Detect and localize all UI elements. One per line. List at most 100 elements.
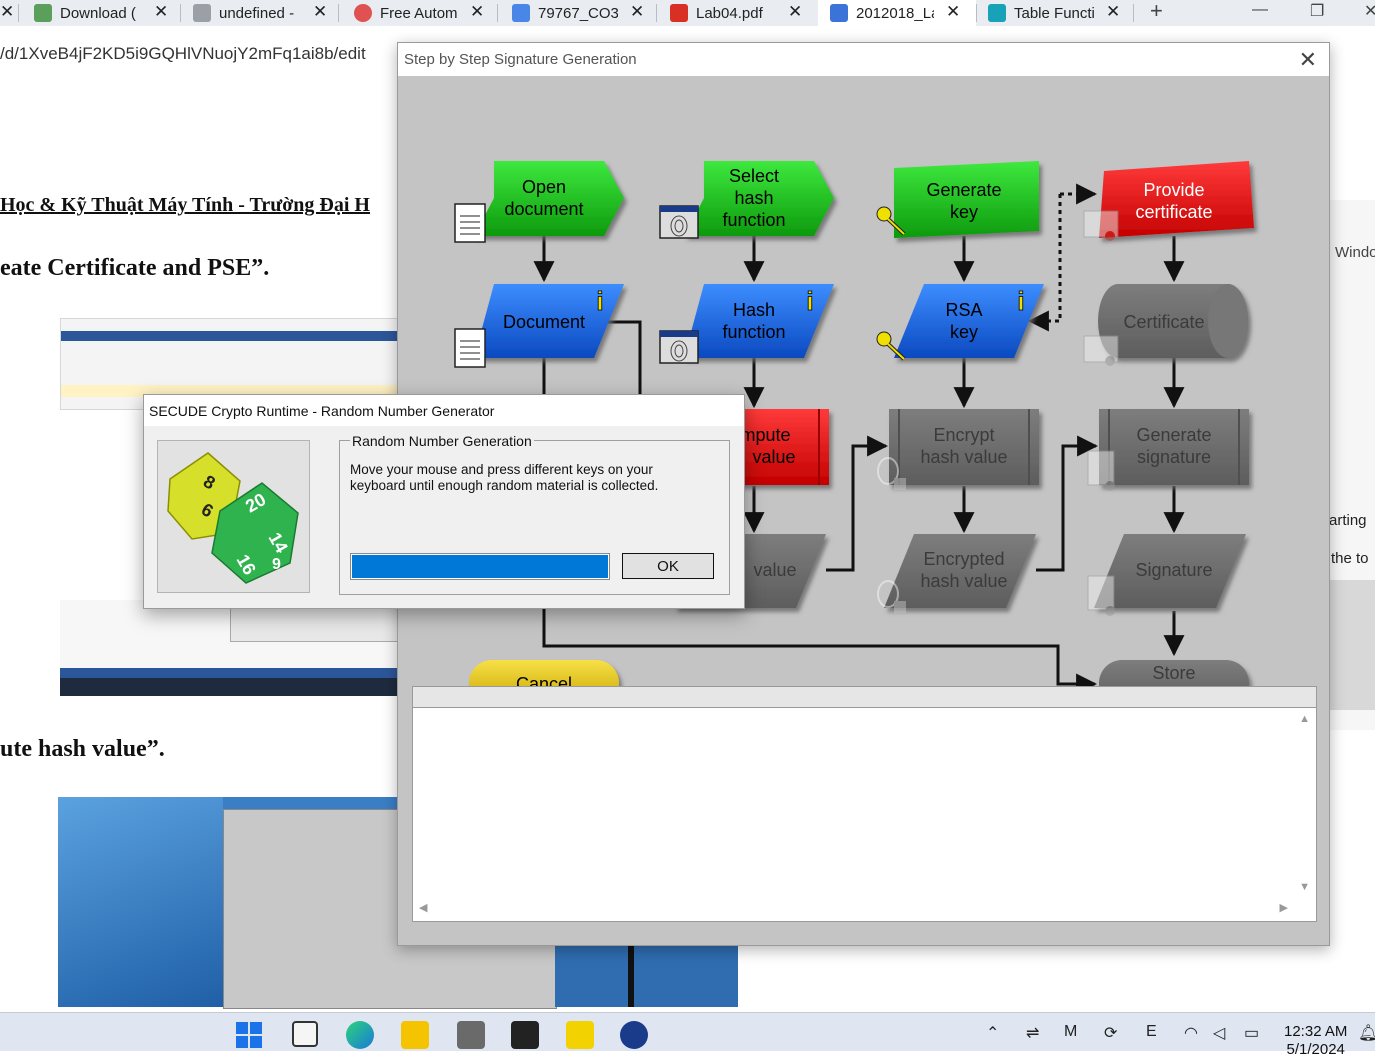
fingerprint-icon (659, 330, 699, 364)
tab-2012018[interactable]: 2012018_La ✕ (830, 0, 980, 26)
svg-text:Generate: Generate (926, 180, 1001, 200)
svg-text:Select: Select (729, 166, 779, 186)
scroll-left-icon[interactable]: ◀ (419, 901, 427, 914)
svg-text:hash value: hash value (920, 571, 1007, 591)
tab-separator (18, 4, 19, 22)
tab-separator (1133, 4, 1134, 22)
minimize-icon[interactable]: — (1252, 1, 1268, 19)
open-document-step[interactable]: Open document (474, 161, 624, 236)
download-icon (34, 4, 52, 22)
tab-label: Free Autom (380, 4, 458, 22)
svg-text:function: function (722, 210, 785, 230)
random-number-generator-dialog: SECUDE Crypto Runtime - Random Number Ge… (143, 394, 745, 609)
tab-undefined[interactable]: undefined - ✕ (193, 0, 343, 26)
scroll-up-icon[interactable]: ▲ (1299, 713, 1310, 725)
svg-text:Store: Store (1152, 663, 1195, 683)
file-explorer-icon[interactable] (401, 1021, 429, 1049)
terminal-icon[interactable] (511, 1021, 539, 1049)
tab-partial[interactable]: ✕ (0, 0, 14, 26)
wifi-icon[interactable]: ◠ (1184, 1023, 1198, 1043)
ime-icon[interactable]: E (1146, 1023, 1157, 1041)
info-icon: i (1017, 286, 1024, 316)
battery-icon[interactable]: ▭ (1244, 1023, 1259, 1043)
signature-data[interactable]: Signature (1094, 534, 1246, 608)
cryptool-icon[interactable] (620, 1021, 648, 1049)
close-icon[interactable]: ✕ (1106, 2, 1120, 22)
close-icon[interactable]: ✕ (0, 2, 14, 22)
encrypt-hash-step[interactable]: Encrypt hash value (889, 409, 1039, 485)
close-icon[interactable]: ✕ (313, 2, 327, 22)
progress-fill (352, 555, 608, 578)
tab-separator (180, 4, 181, 22)
signature-document-icon (1087, 575, 1115, 616)
close-icon[interactable]: ✕ (788, 2, 802, 22)
chrome-icon (354, 4, 372, 22)
task-view-icon[interactable] (292, 1021, 318, 1047)
notification-bell-icon[interactable]: 🔔︎ (1358, 1023, 1375, 1043)
tray-overflow-icon[interactable]: ⌃ (986, 1023, 999, 1043)
close-icon[interactable]: ✕ (470, 2, 484, 22)
address-bar[interactable]: /d/1XveB4jF2KD5i9GQHlVNuojY2mFq1ai8b/edi… (0, 44, 366, 64)
tab-table-functions[interactable]: Table Functi ✕ (988, 0, 1138, 26)
clock[interactable]: 12:32 AM 5/1/2024 (1284, 1023, 1347, 1059)
svg-text:Certificate: Certificate (1123, 312, 1204, 332)
close-icon[interactable]: ✕ (946, 2, 960, 22)
tab-79767[interactable]: 79767_CO3( ✕ (512, 0, 662, 26)
volume-icon[interactable]: ◁ (1213, 1023, 1225, 1043)
background-fragment: arting (1329, 512, 1367, 529)
tab-free-automation[interactable]: Free Autom ✕ (354, 0, 504, 26)
scroll-right-icon[interactable]: ▶ (1280, 901, 1288, 914)
log-output-pane[interactable]: ▲ ▼ ◀ ▶ (412, 686, 1317, 922)
svg-text:certificate: certificate (1135, 202, 1212, 222)
svg-text:Hash: Hash (733, 300, 775, 320)
info-icon: i (596, 286, 603, 316)
tab-label: 2012018_La (856, 4, 934, 22)
clock-date: 5/1/2024 (1286, 1041, 1345, 1058)
new-tab-icon[interactable]: + (1150, 0, 1163, 24)
close-icon[interactable]: ✕ (630, 2, 644, 22)
close-icon[interactable]: ✕ (1299, 47, 1317, 73)
tab-label: Download ( (60, 4, 136, 22)
scroll-down-icon[interactable]: ▼ (1299, 881, 1310, 893)
tab-download[interactable]: Download ( ✕ (34, 0, 184, 26)
svg-text:key: key (950, 322, 978, 342)
tab-strip: ✕ Download ( ✕ undefined - ✕ Free Autom … (0, 0, 1375, 26)
rsa-key-data[interactable]: RSA key i (894, 284, 1044, 358)
tab-lab04-pdf[interactable]: Lab04.pdf ✕ (670, 0, 820, 26)
tab-separator (497, 4, 498, 22)
instruction-text: Move your mouse and press different keys… (350, 462, 659, 493)
ok-button[interactable]: OK (622, 553, 714, 579)
sync-icon[interactable]: ⟳ (1104, 1023, 1117, 1043)
tray-app-icon[interactable]: M (1064, 1023, 1077, 1041)
svg-text:Open: Open (522, 177, 566, 197)
hash-function-data[interactable]: Hash function i (684, 284, 834, 358)
settings-sliders-icon[interactable]: ⇌ (1026, 1023, 1039, 1043)
windows-start-icon[interactable] (235, 1021, 263, 1049)
document-data[interactable]: Document i (474, 284, 624, 358)
doc-heading: Học & Kỹ Thuật Máy Tính - Trường Đại H (0, 194, 370, 216)
pdf-reader-icon[interactable] (566, 1021, 594, 1049)
document-icon (454, 328, 486, 368)
svg-text:hash: hash (734, 188, 773, 208)
progress-bar (350, 553, 610, 580)
close-icon[interactable]: ✕ (154, 2, 168, 22)
select-hash-step[interactable]: Select hash function (684, 161, 834, 236)
tab-separator (338, 4, 339, 22)
background-fragment: Windo (1335, 244, 1375, 261)
generate-key-step[interactable]: Generate key (894, 161, 1039, 238)
tab-label: undefined - (219, 4, 295, 22)
svg-text:document: document (504, 199, 583, 219)
maximize-icon[interactable]: ❐ (1310, 1, 1324, 21)
docs-icon (830, 4, 848, 22)
tab-label: Table Functi (1014, 4, 1095, 22)
generate-signature-step[interactable]: Generate signature (1099, 409, 1249, 485)
close-window-icon[interactable]: ✕ (1364, 1, 1375, 21)
tab-separator (976, 4, 977, 22)
encrypted-hash-data[interactable]: Encrypted hash value (884, 534, 1036, 608)
svg-text:Encrypted: Encrypted (923, 549, 1004, 569)
edge-icon[interactable] (346, 1021, 374, 1049)
app-icon[interactable] (457, 1021, 485, 1049)
group-label: Random Number Generation (350, 433, 534, 449)
certificate-store[interactable]: Certificate (1098, 284, 1248, 358)
provide-certificate-step[interactable]: Provide certificate (1099, 161, 1254, 238)
